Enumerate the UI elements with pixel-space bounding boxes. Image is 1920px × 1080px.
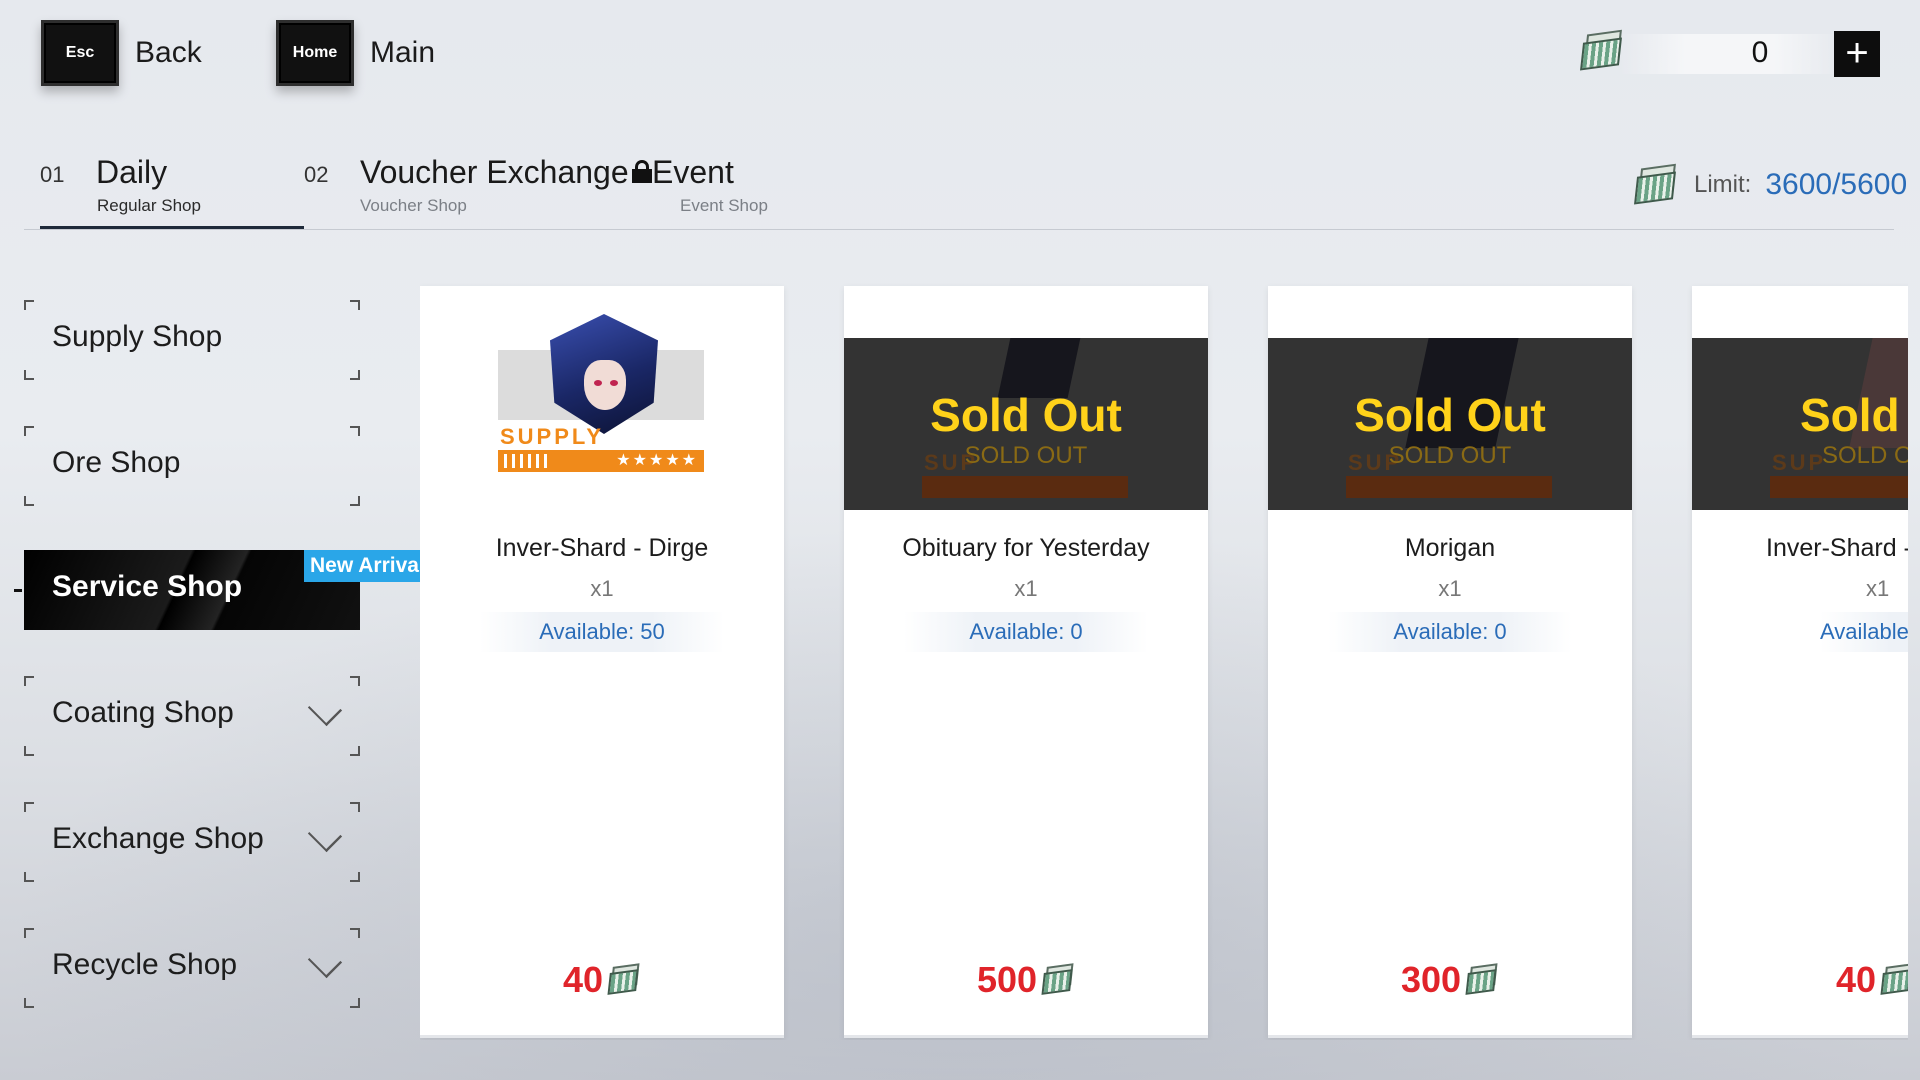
home-keycap: Home xyxy=(276,20,354,86)
item-name: Morigan xyxy=(1404,534,1496,562)
sidebar-item-ore-shop[interactable]: Ore Shop xyxy=(24,426,360,506)
currency-display: 0 + xyxy=(1580,28,1880,80)
esc-keycap: Esc xyxy=(41,20,119,86)
item-availability: Available: 0 xyxy=(1328,612,1572,652)
sold-out-title: Sold Out xyxy=(930,389,1122,441)
item-name: Inver-Shard - : xyxy=(1766,534,1908,562)
item-price: 40 xyxy=(1836,958,1908,1002)
sidebar-item-coating-shop[interactable]: Coating Shop xyxy=(24,676,360,756)
supply-label: SUP xyxy=(1772,450,1827,475)
sold-out-title: Sold Out xyxy=(1354,389,1546,441)
tab-title: Event xyxy=(652,154,734,190)
sold-out-overlay: SUP Sold O SOLD OU xyxy=(1692,338,1908,510)
back-label: Back xyxy=(135,36,202,69)
limit-value: 3600/5600 xyxy=(1765,168,1908,201)
main-label: Main xyxy=(370,36,436,69)
item-image: SUPPLY ★★★★★ xyxy=(420,314,784,510)
tab-title: Daily xyxy=(96,154,168,190)
sold-out-overlay: SUP Sold Out SOLD OUT xyxy=(1268,338,1632,510)
voucher-icon xyxy=(1041,963,1075,995)
sidebar-item-label: Recycle Shop xyxy=(52,948,238,981)
chevron-down-icon xyxy=(307,943,343,979)
price-amount: 40 xyxy=(562,959,604,1000)
tabs-divider xyxy=(24,229,1894,230)
tab-number: 01 xyxy=(40,162,65,187)
item-image: SUP Sold Out SOLD OUT xyxy=(844,338,1208,510)
shop-item-card[interactable]: SUP Sold Out SOLD OUT Obituary for Yeste… xyxy=(844,286,1208,1038)
limit-label: Limit: xyxy=(1694,171,1752,198)
sidebar-item-exchange-shop[interactable]: Exchange Shop xyxy=(24,802,360,882)
sidebar-item-supply-shop[interactable]: Supply Shop xyxy=(24,300,360,380)
sold-out-title: Sold O xyxy=(1800,389,1908,441)
item-quantity: x1 xyxy=(1438,576,1462,601)
item-name: Obituary for Yesterday xyxy=(902,534,1150,562)
sidebar-item-label: Exchange Shop xyxy=(52,822,264,855)
lock-icon xyxy=(632,160,652,183)
item-quantity: x1 xyxy=(1866,576,1890,601)
voucher-icon xyxy=(1465,963,1499,995)
voucher-icon xyxy=(1634,163,1680,205)
item-price: 40 xyxy=(420,958,784,1002)
voucher-icon xyxy=(1580,29,1626,71)
item-quantity: x1 xyxy=(590,576,614,601)
shop-item-card[interactable]: SUPPLY ★★★★★ Inver-Shard - Dirge x1 Avai… xyxy=(420,286,784,1038)
item-price: 500 xyxy=(844,958,1208,1002)
sidebar-item-label: Coating Shop xyxy=(52,696,234,729)
tab-subtitle: Voucher Shop xyxy=(360,196,467,215)
sold-out-subtitle: SOLD OUT xyxy=(964,442,1088,469)
price-amount: 300 xyxy=(1400,959,1462,1000)
sidebar-item-recycle-shop[interactable]: Recycle Shop xyxy=(24,928,360,1008)
tab-title: Voucher Exchange xyxy=(360,154,629,190)
rarity-bar: ★★★★★ xyxy=(498,450,704,472)
chevron-down-icon xyxy=(307,691,343,727)
voucher-icon xyxy=(607,963,641,995)
sidebar-item-label: Ore Shop xyxy=(52,446,181,479)
purchase-limit: Limit: 3600/5600 xyxy=(1634,160,1907,210)
item-image: SUP Sold Out SOLD OUT xyxy=(1268,338,1632,510)
active-item-marker xyxy=(14,589,22,592)
tab-number: 02 xyxy=(304,162,329,187)
item-name: Inver-Shard - Dirge xyxy=(495,534,709,562)
shop-item-card[interactable]: SUP Sold Out SOLD OUT Morigan x1 Availab… xyxy=(1268,286,1632,1038)
supply-label: SUPPLY xyxy=(500,424,605,449)
sidebar-item-label: Service Shop xyxy=(52,570,243,603)
item-quantity: x1 xyxy=(1014,576,1038,601)
add-currency-button[interactable]: + xyxy=(1834,31,1880,77)
item-availability: Available: xyxy=(1820,612,1908,652)
back-button[interactable]: Esc Back xyxy=(41,20,202,86)
item-price: 300 xyxy=(1268,958,1632,1002)
price-amount: 40 xyxy=(1836,959,1877,1000)
currency-amount: 0 xyxy=(1751,36,1769,69)
item-availability: Available: 0 xyxy=(904,612,1148,652)
shop-item-list: SUPPLY ★★★★★ Inver-Shard - Dirge x1 Avai… xyxy=(420,280,1908,1040)
item-image: SUP Sold O SOLD OU xyxy=(1692,338,1908,510)
sold-out-overlay: SUP Sold Out SOLD OUT xyxy=(844,338,1208,510)
price-amount: 500 xyxy=(976,959,1038,1000)
voucher-icon xyxy=(1880,963,1908,995)
sold-out-subtitle: SOLD OUT xyxy=(1388,442,1512,469)
main-button[interactable]: Home Main xyxy=(276,20,435,86)
shop-item-card[interactable]: SUP Sold O SOLD OU Inver-Shard - : x1 Av… xyxy=(1692,286,1908,1038)
sidebar-item-label: Supply Shop xyxy=(52,320,223,353)
rarity-stars: ★★★★★ xyxy=(616,452,698,469)
item-availability: Available: 50 xyxy=(480,612,724,652)
sold-out-subtitle: SOLD OU xyxy=(1822,442,1908,469)
tab-subtitle: Regular Shop xyxy=(97,196,201,215)
tab-subtitle: Event Shop xyxy=(680,196,768,215)
chevron-down-icon xyxy=(307,817,343,853)
